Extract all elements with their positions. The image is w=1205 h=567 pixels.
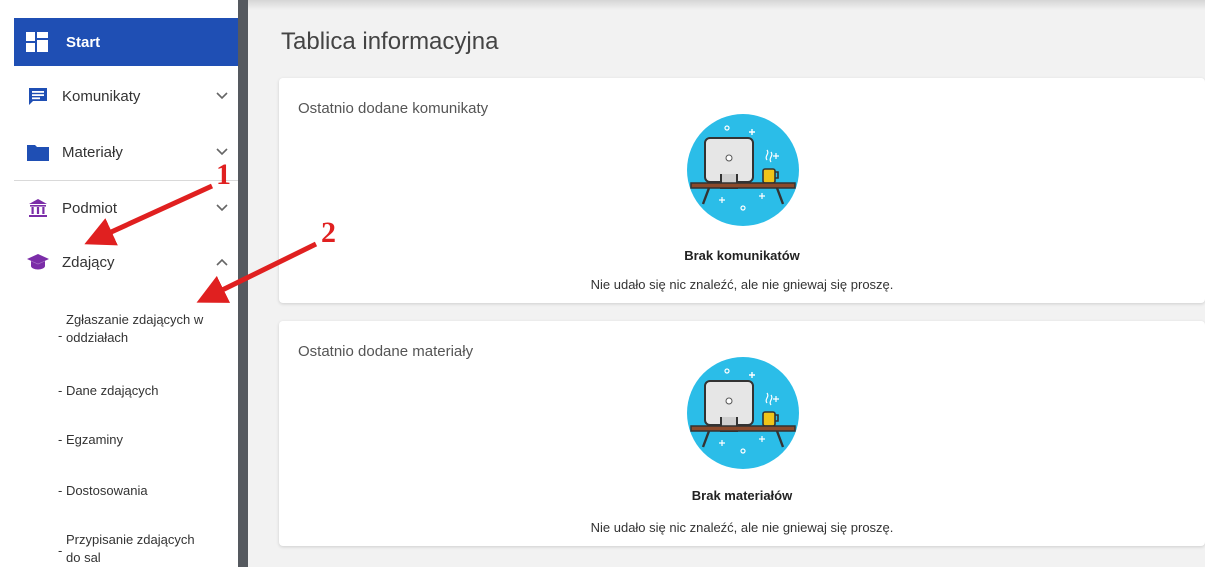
- annotation-number-1: 1: [216, 158, 231, 191]
- nav-item-label: Start: [66, 33, 101, 51]
- chevron-down-icon[interactable]: [210, 92, 234, 100]
- nav-item-start[interactable]: Start: [14, 18, 238, 66]
- chevron-down-icon[interactable]: [210, 148, 234, 156]
- empty-state-title: Brak materiałów: [691, 488, 793, 503]
- nav-item-label: Materiały: [62, 143, 123, 161]
- subitem-dane[interactable]: - Dane zdających: [58, 382, 233, 400]
- nav-item-label: Podmiot: [62, 199, 118, 217]
- header-shadow: [248, 0, 1205, 10]
- chevron-up-icon[interactable]: [210, 258, 234, 266]
- nav-item-podmiot[interactable]: Podmiot: [14, 182, 238, 234]
- sidebar: Start Komunikaty Materiały Podmiot Zdają…: [0, 0, 238, 567]
- subitem-dostosowania[interactable]: - Dostosowania: [58, 482, 233, 500]
- nav-item-label: Zdający: [62, 253, 115, 271]
- empty-state-title: Brak komunikatów: [684, 248, 800, 263]
- subitem-label: Przypisanie zdających: [66, 532, 195, 547]
- subitem-dash: -: [58, 328, 63, 343]
- sidebar-divider: [238, 0, 248, 567]
- card-title: Ostatnio dodane komunikaty: [298, 100, 489, 117]
- page-title: Tablica informacyjna: [281, 28, 499, 55]
- subitem-label: do sal: [66, 550, 101, 565]
- nav-item-materialy[interactable]: Materiały: [14, 126, 238, 178]
- subitem-label: oddziałach: [66, 330, 129, 345]
- empty-state-illustration: [687, 357, 799, 469]
- nav-item-label: Komunikaty: [62, 87, 141, 105]
- chevron-down-icon[interactable]: [210, 204, 234, 212]
- card-recent-messages: Ostatnio dodane komunikaty Brak komunika…: [279, 78, 1205, 303]
- annotation-number-2: 2: [321, 216, 336, 249]
- card-title: Ostatnio dodane materiały: [298, 343, 474, 360]
- subitem-label: Zgłaszanie zdających w: [66, 312, 204, 327]
- subitem-label: - Dostosowania: [58, 483, 148, 498]
- subitem-label: - Egzaminy: [58, 432, 124, 447]
- divider: [14, 180, 238, 181]
- graduation-cap-icon: [26, 252, 50, 272]
- subitem-dash: -: [58, 543, 63, 558]
- empty-state-illustration: [687, 114, 799, 226]
- subitem-label: - Dane zdających: [58, 383, 159, 398]
- dashboard-icon: [26, 32, 48, 52]
- subitem-egzaminy[interactable]: - Egzaminy: [58, 431, 233, 449]
- subitem-zgloszenie[interactable]: Zgłaszanie zdających w oddziałach: [66, 311, 241, 347]
- empty-state-text: Nie udało się nic znaleźć, ale nie gniew…: [590, 520, 894, 535]
- nav-item-komunikaty[interactable]: Komunikaty: [14, 70, 238, 122]
- folder-icon: [26, 142, 50, 162]
- subitem-przypisanie[interactable]: Przypisanie zdających do sal: [66, 531, 241, 567]
- message-icon: [26, 86, 50, 106]
- institution-icon: [26, 198, 50, 218]
- nav-item-zdajacy[interactable]: Zdający: [14, 236, 238, 288]
- empty-state-text: Nie udało się nic znaleźć, ale nie gniew…: [590, 277, 894, 292]
- card-recent-materials: Ostatnio dodane materiały Brak materiałó…: [279, 321, 1205, 546]
